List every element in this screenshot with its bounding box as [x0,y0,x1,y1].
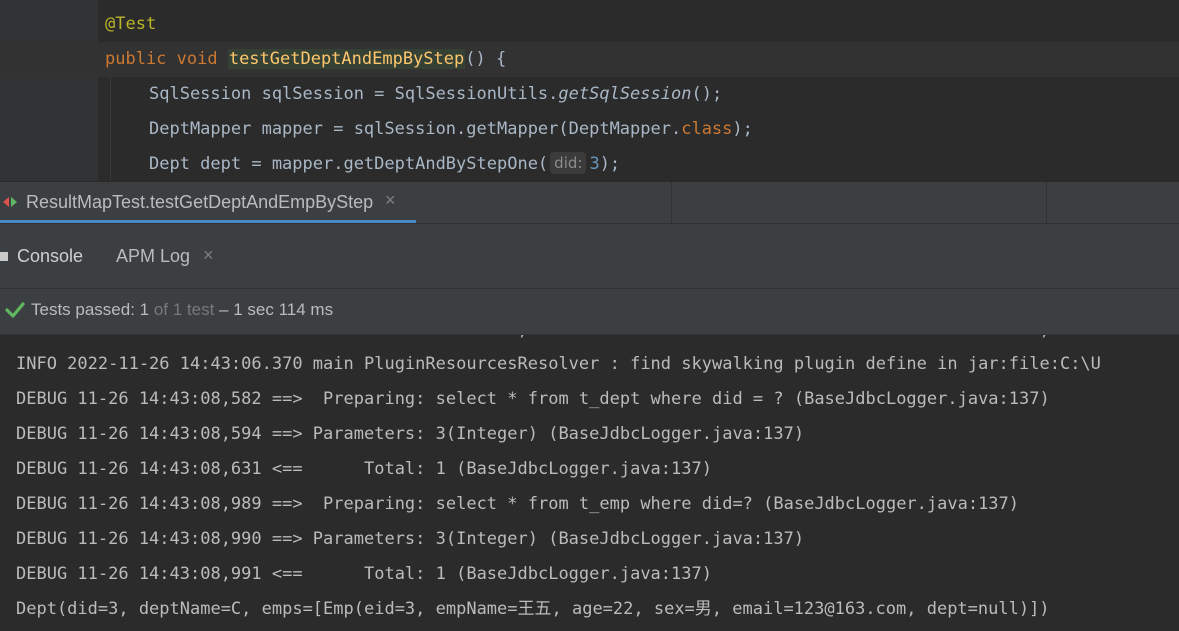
code-prefix: Dept dept = mapper.getDeptAndByStepOne( [149,154,549,174]
console-line: DEBUG 11-26 14:43:08,594 ==> Parameters:… [16,424,805,444]
code-line-method-signature: public void testGetDeptAndEmpByStep() { [0,42,1179,77]
check-icon [5,302,25,318]
console-line: DEBUG 11-26 14:43:08,582 ==> Preparing: … [16,389,1050,409]
tab-apm-log[interactable]: APM Log [116,246,190,267]
test-duration-label: – 1 sec 114 ms [214,300,334,319]
console-line: INFO 2022-11-26 14:43:06.370 main Plugin… [16,354,1101,374]
indent-guide [110,147,111,181]
code-suffix: ); [599,154,621,174]
code-line-dept: Dept dept = mapper.getDeptAndByStepOne(d… [0,147,1179,181]
console-output[interactable]: , , INFO 2022-11-26 14:43:06.370 main Pl… [0,335,1179,631]
console-line: DEBUG 11-26 14:43:08,990 ==> Parameters:… [16,529,805,549]
code-prefix: DeptMapper mapper = sqlSession.getMapper… [149,119,682,139]
code-editor[interactable]: @Test public void testGetDeptAndEmpBySte… [0,0,1179,181]
console-line: Dept(did=3, deptName=C, emps=[Emp(eid=3,… [16,599,1050,619]
close-icon[interactable]: × [203,245,214,266]
code-line-mapper: DeptMapper mapper = sqlSession.getMapper… [0,112,1179,147]
code-prefix: SqlSession sqlSession = SqlSessionUtils. [149,84,559,104]
run-tab-bar: ResultMapTest.testGetDeptAndEmpByStep × [0,181,1179,224]
test-status-bar: Tests passed: 1 of 1 test – 1 sec 114 ms [0,289,1179,335]
indent-guide [110,77,111,112]
code-line-annotation: @Test [0,7,1179,42]
console-line: DEBUG 11-26 14:43:08,989 ==> Preparing: … [16,494,1020,514]
tests-passed-label: Tests passed: 1 [31,300,150,319]
close-icon[interactable]: × [385,190,396,211]
method-name[interactable]: testGetDeptAndEmpByStep [227,49,466,69]
code-suffix: ); [732,119,753,139]
console-line: DEBUG 11-26 14:43:08,991 <== Total: 1 (B… [16,564,712,584]
code-suffix: (); [691,84,723,104]
tab-divider [671,182,672,223]
code-line-sqlsession: SqlSession sqlSession = SqlSessionUtils.… [0,77,1179,112]
tab-divider [1046,182,1047,223]
parameter-hint: did: [550,152,587,174]
run-config-icon [3,197,17,207]
argument-number: 3 [589,154,600,174]
run-config-tab[interactable]: ResultMapTest.testGetDeptAndEmpByStep × [0,182,416,224]
console-icon [0,252,8,261]
method-suffix: () { [465,49,507,69]
method-modifiers: public void [105,49,228,69]
annotation-test: @Test [105,14,157,34]
indent-guide [110,112,111,147]
run-tab-label: ResultMapTest.testGetDeptAndEmpByStep [26,192,374,212]
tests-total-label: of 1 test [149,300,215,319]
console-line: DEBUG 11-26 14:43:08,631 <== Total: 1 (B… [16,459,712,479]
console-tab-bar: Console APM Log × [0,223,1179,289]
test-status-text: Tests passed: 1 of 1 test – 1 sec 114 ms [31,300,333,320]
static-call: getSqlSession [558,84,692,104]
tab-console[interactable]: Console [17,246,83,267]
class-keyword: class [681,119,733,139]
